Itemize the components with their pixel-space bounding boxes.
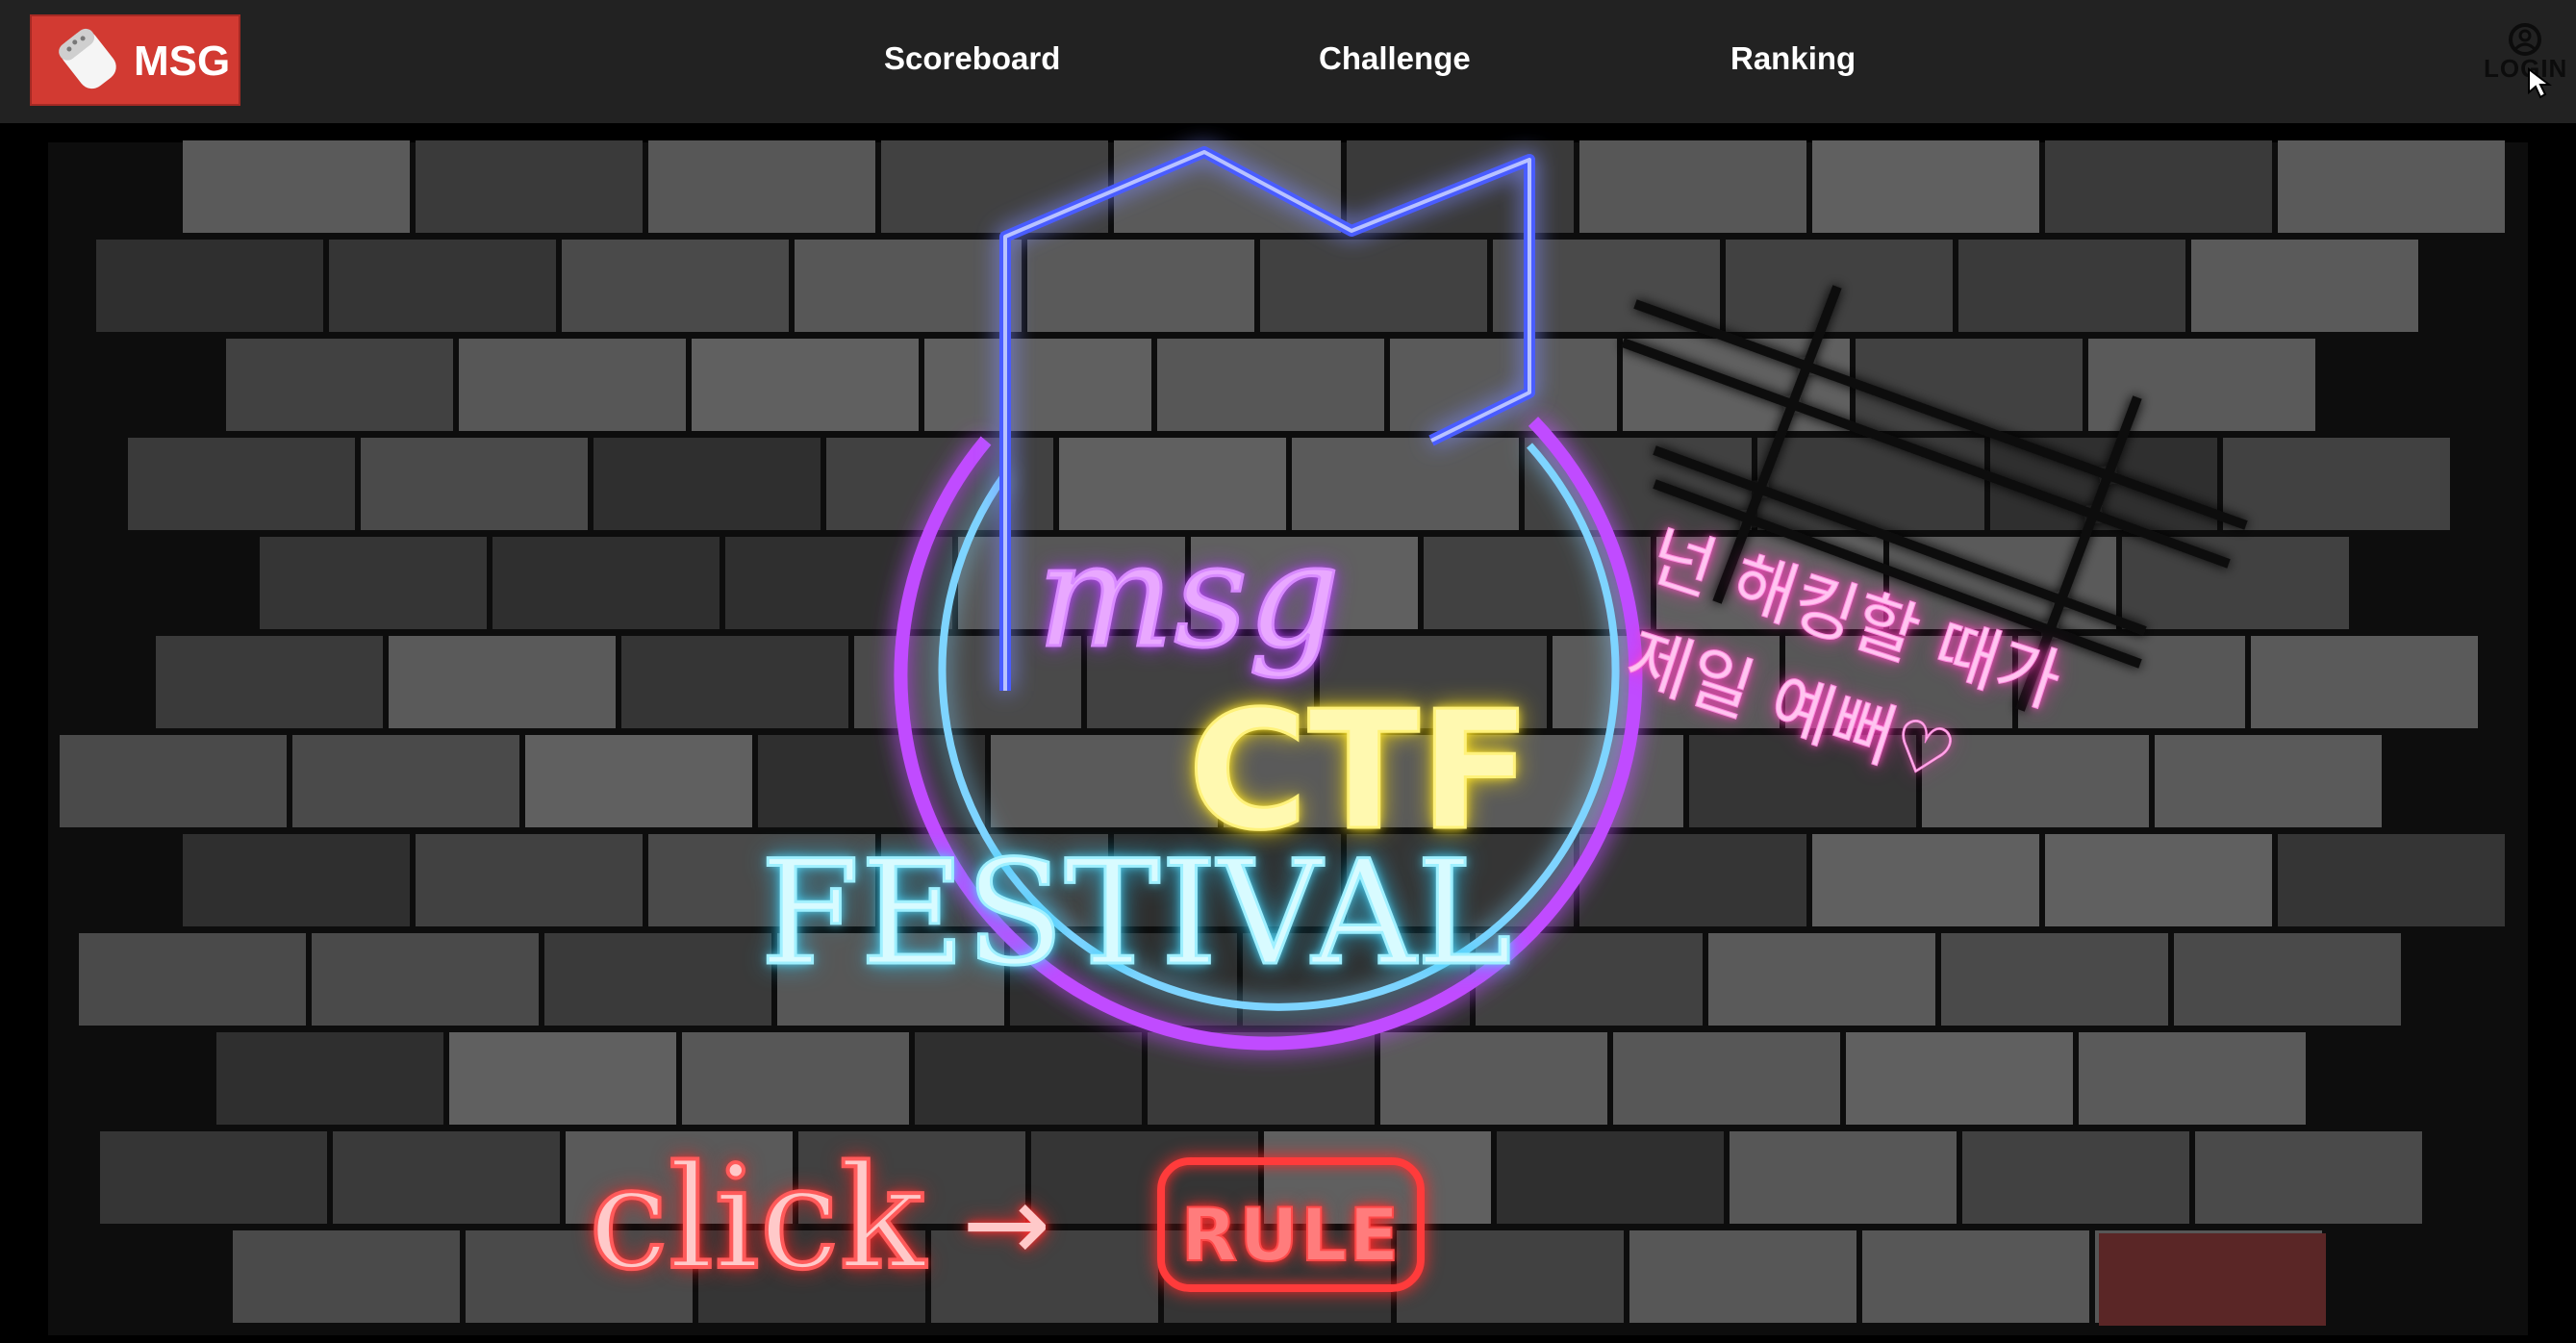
wall-brick: [525, 735, 752, 827]
wall-brick: [1757, 438, 1984, 530]
wall-brick: [1958, 240, 2185, 332]
wall-brick: [1812, 834, 2039, 926]
wall-brick: [881, 140, 1108, 233]
wall-brick: [2122, 537, 2349, 629]
wall-brick: [416, 834, 643, 926]
wall-brick: [1380, 1032, 1607, 1125]
nav-ranking[interactable]: Ranking: [1730, 40, 1856, 77]
wall-brick: [1114, 140, 1341, 233]
nav-scoreboard[interactable]: Scoreboard: [884, 40, 1060, 77]
wall-brick: [361, 438, 588, 530]
wall-brick: [2223, 438, 2450, 530]
wall-brick: [795, 240, 1022, 332]
wall-brick: [233, 1230, 460, 1323]
wall-brick: [1726, 240, 1953, 332]
wall-brick: [60, 735, 287, 827]
wall-brick: [2045, 834, 2272, 926]
wall-brick: [329, 240, 556, 332]
neon-festival-text: FESTIVAL: [759, 829, 1514, 1000]
nav-challenge[interactable]: Challenge: [1319, 40, 1471, 77]
wall-brick: [2191, 240, 2418, 332]
wall-brick: [1390, 339, 1617, 431]
wall-brick: [621, 636, 848, 728]
wall-brick: [1846, 1032, 2073, 1125]
wall-brick: [1708, 933, 1935, 1026]
wall-brick: [312, 933, 539, 1026]
wall-brick: [924, 339, 1151, 431]
wall-brick: [648, 140, 875, 233]
wall-brick: [389, 636, 616, 728]
rule-button-label: RULE: [1180, 1191, 1402, 1279]
wall-brick: [100, 1131, 327, 1224]
wall-brick: [2155, 735, 2382, 827]
wall-brick: [1260, 240, 1487, 332]
wall-brick: [492, 537, 720, 629]
wall-brick: [333, 1131, 560, 1224]
wall-brick: [1862, 1230, 2089, 1323]
wall-brick: [562, 240, 789, 332]
wall-brick: [260, 537, 487, 629]
wall-brick: [1812, 140, 2039, 233]
wall-brick: [1856, 339, 2083, 431]
wall-brick: [692, 339, 919, 431]
wall-brick: [79, 933, 306, 1026]
wall-brick: [544, 933, 771, 1026]
top-navbar: MSG Scoreboard Challenge Ranking LOGIN: [0, 0, 2576, 123]
wall-brick: [1497, 1131, 1724, 1224]
wall-brick: [1157, 339, 1384, 431]
wall-brick: [128, 438, 355, 530]
wall-brick: [292, 735, 519, 827]
login-button[interactable]: LOGIN: [2484, 21, 2566, 102]
wall-brick-red: [2099, 1233, 2326, 1326]
wall-brick: [682, 1032, 909, 1125]
wall-brick: [2195, 1131, 2422, 1224]
wall-brick: [156, 636, 383, 728]
msg-logo-home-link[interactable]: MSG: [30, 14, 240, 106]
wall-brick: [183, 140, 410, 233]
wall-brick: [2278, 834, 2505, 926]
wall-brick: [2278, 140, 2505, 233]
wall-brick: [2088, 339, 2315, 431]
wall-brick: [183, 834, 410, 926]
wall-brick: [459, 339, 686, 431]
wall-brick: [1613, 1032, 1840, 1125]
wall-brick: [915, 1032, 1142, 1125]
hero-brick-wall: msg CTF FESTIVAL 넌 해킹할 때가 제일 예뻐♡ click →…: [0, 123, 2576, 1343]
wall-brick: [449, 1032, 676, 1125]
wall-brick: [1941, 933, 2168, 1026]
neon-msg-text: msg: [1035, 512, 1341, 682]
wall-brick: [96, 240, 323, 332]
rule-button[interactable]: RULE: [1157, 1157, 1425, 1292]
wall-brick: [1730, 1131, 1957, 1224]
wall-brick: [2174, 933, 2401, 1026]
wall-brick: [1397, 1230, 1624, 1323]
wall-brick: [1579, 834, 1806, 926]
wall-brick: [2045, 140, 2272, 233]
wall-brick: [593, 438, 821, 530]
wall-brick: [2251, 636, 2478, 728]
wall-brick: [416, 140, 643, 233]
wall-brick: [1629, 1230, 1856, 1323]
wall-brick: [1579, 140, 1806, 233]
wall-brick: [226, 339, 453, 431]
wall-brick: [1027, 240, 1254, 332]
salt-shaker-icon: [59, 28, 116, 89]
neon-click-text: click: [587, 1133, 927, 1303]
logo-text: MSG: [134, 38, 231, 85]
wall-brick: [216, 1032, 443, 1125]
wall-brick: [2079, 1032, 2306, 1125]
mouse-cursor-icon: [2528, 67, 2552, 99]
wall-brick: [991, 735, 1218, 827]
neon-arrow-icon: →: [962, 1162, 1051, 1285]
login-label: LOGIN: [2484, 54, 2568, 83]
wall-brick: [1962, 1131, 2189, 1224]
